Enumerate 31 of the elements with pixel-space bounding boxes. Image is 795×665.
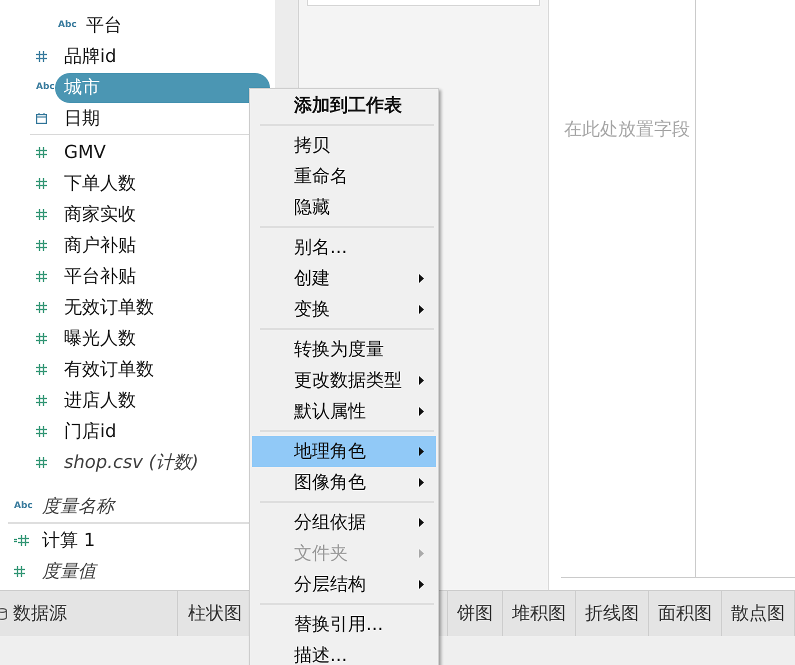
menu-item[interactable]: 默认属性 [252, 396, 436, 427]
submenu-arrow-icon [419, 478, 424, 487]
menu-item[interactable]: 描述... [252, 640, 436, 665]
menu-item[interactable]: 地理角色 [252, 436, 436, 467]
text-type-icon: Abc [14, 502, 33, 511]
field-item[interactable]: 平台 [77, 10, 270, 40]
menu-item[interactable]: 创建 [252, 263, 436, 294]
menu-item[interactable]: 重命名 [252, 161, 436, 192]
submenu-arrow-icon [419, 549, 424, 558]
text-type-icon: Abc [36, 83, 55, 92]
submenu-arrow-icon [419, 274, 424, 283]
menu-item[interactable]: 隐藏 [252, 192, 436, 223]
menu-item[interactable]: 别名... [252, 232, 436, 263]
menu-item[interactable]: 转换为度量 [252, 334, 436, 365]
menu-item[interactable]: 拷贝 [252, 130, 436, 161]
submenu-arrow-icon [419, 580, 424, 589]
submenu-arrow-icon [419, 407, 424, 416]
text-type-icon: Abc [58, 21, 77, 30]
drop-field-hint: 在此处放置字段 [564, 119, 690, 140]
submenu-arrow-icon [419, 305, 424, 314]
menu-item[interactable]: 图像角色 [252, 467, 436, 498]
menu-item[interactable]: 变换 [252, 294, 436, 325]
field-item[interactable]: 品牌id [55, 42, 270, 72]
menu-item[interactable]: 分组依据 [252, 507, 436, 538]
submenu-arrow-icon [419, 447, 424, 456]
menu-item[interactable]: 替换引用... [252, 609, 436, 640]
menu-item[interactable]: 更改数据类型 [252, 365, 436, 396]
submenu-arrow-icon [419, 518, 424, 527]
database-icon [0, 608, 7, 620]
submenu-arrow-icon [419, 376, 424, 385]
menu-item[interactable]: 分层结构 [252, 569, 436, 600]
